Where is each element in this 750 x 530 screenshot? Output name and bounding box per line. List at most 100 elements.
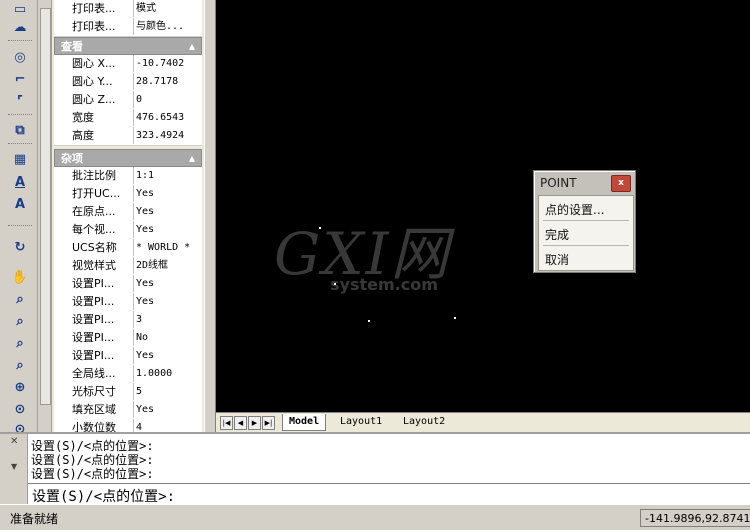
zoom-extents-icon[interactable]: ⊙ bbox=[11, 400, 29, 418]
property-value[interactable]: Yes bbox=[136, 401, 202, 418]
status-text: 准备就绪 bbox=[10, 512, 59, 526]
property-row[interactable]: 在原点... Yes bbox=[54, 203, 202, 222]
property-value[interactable]: 模式 bbox=[136, 0, 202, 17]
property-row[interactable]: 设置PI... Yes bbox=[54, 347, 202, 366]
tab-layout1[interactable]: Layout1 bbox=[334, 414, 388, 430]
property-value[interactable]: -10.7402 bbox=[136, 55, 202, 72]
close-icon[interactable]: ✕ bbox=[10, 436, 18, 447]
zoom-previous-icon[interactable]: ⌕ bbox=[11, 334, 29, 352]
properties-palette: 打印表... 模式 打印表... 与颜色... 查看 ▲ 圆心 X... -10… bbox=[38, 0, 206, 433]
property-row[interactable]: 视觉样式 2D线框 bbox=[54, 257, 202, 276]
palette-scrollbar[interactable] bbox=[38, 0, 52, 432]
tab-layout2[interactable]: Layout2 bbox=[397, 414, 451, 430]
zoom-realtime-icon[interactable]: ⌕ bbox=[11, 356, 29, 374]
property-row[interactable]: 打开UC... Yes bbox=[54, 185, 202, 204]
polyline-icon[interactable]: ⌐ bbox=[11, 70, 29, 88]
chevron-down-icon[interactable]: ▼ bbox=[11, 462, 17, 471]
property-row[interactable]: 设置PI... Yes bbox=[54, 275, 202, 294]
close-icon[interactable]: x bbox=[611, 175, 631, 192]
property-row[interactable]: 设置PI... No bbox=[54, 329, 202, 348]
property-row[interactable]: 圆心 X... -10.7402 bbox=[54, 55, 202, 74]
property-value[interactable]: Yes bbox=[136, 185, 202, 202]
status-bar: 准备就绪 -141.9896,92.8741,0 bbox=[0, 504, 750, 530]
property-value[interactable]: 1:1 bbox=[136, 167, 202, 184]
property-label: 打开UC... bbox=[54, 185, 134, 202]
zoom-in-icon[interactable]: ⊕ bbox=[11, 378, 29, 396]
property-row[interactable]: 批注比例 1:1 bbox=[54, 167, 202, 186]
section-misc-header[interactable]: 杂项 ▲ bbox=[54, 149, 202, 167]
property-value[interactable]: Yes bbox=[136, 203, 202, 220]
tab-model[interactable]: Model bbox=[282, 414, 327, 431]
property-row[interactable]: 圆心 Y... 28.7178 bbox=[54, 73, 202, 92]
zoom-icon[interactable]: ⌕ bbox=[11, 290, 29, 308]
property-row[interactable]: 圆心 Z... 0 bbox=[54, 91, 202, 110]
pan-icon[interactable]: ✋ bbox=[11, 268, 29, 286]
popup-menu-list: 点的设置... 完成 取消 bbox=[538, 195, 634, 271]
previous-tab-icon[interactable]: ◀ bbox=[234, 416, 247, 430]
property-value[interactable]: 1.0000 bbox=[136, 365, 202, 382]
property-row[interactable]: 填充区域 Yes bbox=[54, 401, 202, 420]
circle-icon[interactable]: ◎ bbox=[11, 48, 29, 66]
point-popup-menu: POINT x 点的设置... 完成 取消 bbox=[533, 170, 636, 273]
property-value[interactable]: 与颜色... bbox=[136, 18, 202, 35]
property-row[interactable]: 打印表... 模式 bbox=[54, 0, 202, 19]
next-tab-icon[interactable]: ▶ bbox=[248, 416, 261, 430]
property-value[interactable]: 476.6543 bbox=[136, 109, 202, 126]
property-row[interactable]: 宽度 476.6543 bbox=[54, 109, 202, 128]
property-row[interactable]: 设置PI... Yes bbox=[54, 293, 202, 312]
property-value[interactable]: 4 bbox=[136, 419, 202, 432]
scrollbar-thumb[interactable] bbox=[40, 8, 51, 405]
block-icon[interactable]: ⧉ bbox=[11, 121, 29, 139]
menu-item-done[interactable]: 完成 bbox=[545, 226, 569, 243]
toolbar-separator bbox=[8, 40, 32, 41]
cloud-icon[interactable]: ☁ bbox=[11, 18, 29, 36]
property-value[interactable]: 2D线框 bbox=[136, 257, 202, 274]
menu-item-cancel[interactable]: 取消 bbox=[545, 251, 569, 268]
property-label: 小数位数 bbox=[54, 419, 134, 432]
property-value[interactable]: * WORLD * bbox=[136, 239, 202, 256]
property-label: 视觉样式 bbox=[54, 257, 134, 274]
property-label: 圆心 Z... bbox=[54, 91, 134, 108]
section-view-header[interactable]: 查看 ▲ bbox=[54, 37, 202, 55]
property-row[interactable]: 高度 323.4924 bbox=[54, 127, 202, 146]
property-value[interactable]: Yes bbox=[136, 221, 202, 238]
property-row[interactable]: 小数位数 4 bbox=[54, 419, 202, 433]
first-tab-icon[interactable]: |◀ bbox=[220, 416, 233, 430]
rectangle-icon[interactable]: ▭ bbox=[11, 0, 29, 18]
property-value[interactable]: No bbox=[136, 329, 202, 346]
hatch-icon[interactable]: ▦ bbox=[11, 150, 29, 168]
property-row[interactable]: 每个视... Yes bbox=[54, 221, 202, 240]
palette-splitter[interactable] bbox=[204, 0, 216, 432]
last-tab-icon[interactable]: ▶| bbox=[262, 416, 275, 430]
property-value[interactable]: 5 bbox=[136, 383, 202, 400]
property-value[interactable]: Yes bbox=[136, 275, 202, 292]
property-value[interactable]: 0 bbox=[136, 91, 202, 108]
menu-item-point-settings[interactable]: 点的设置... bbox=[545, 201, 604, 218]
property-label: UCS名称 bbox=[54, 239, 134, 256]
property-value[interactable]: 3 bbox=[136, 311, 202, 328]
zoom-window-icon[interactable]: ⌕ bbox=[11, 312, 29, 330]
drawn-point bbox=[368, 320, 370, 322]
property-value[interactable]: Yes bbox=[136, 347, 202, 364]
property-row[interactable]: 设置PI... 3 bbox=[54, 311, 202, 330]
property-value[interactable]: Yes bbox=[136, 293, 202, 310]
text-style-icon[interactable]: A bbox=[11, 195, 29, 213]
command-line-handle[interactable]: ✕ ▼ bbox=[0, 434, 28, 504]
collapse-caret-icon[interactable]: ▲ bbox=[189, 38, 195, 56]
polyline-edit-icon[interactable]: ⌜ bbox=[11, 92, 29, 110]
coordinate-readout[interactable]: -141.9896,92.8741,0 bbox=[640, 509, 750, 527]
property-value[interactable]: 28.7178 bbox=[136, 73, 202, 90]
property-row[interactable]: 全局线... 1.0000 bbox=[54, 365, 202, 384]
property-value[interactable]: 323.4924 bbox=[136, 127, 202, 144]
text-icon[interactable]: A bbox=[11, 173, 29, 191]
collapse-caret-icon[interactable]: ▲ bbox=[189, 150, 195, 168]
property-row[interactable]: 打印表... 与颜色... bbox=[54, 18, 202, 37]
popup-title: POINT bbox=[540, 176, 577, 190]
property-label: 设置PI... bbox=[54, 293, 134, 310]
refresh-icon[interactable]: ↻ bbox=[11, 238, 29, 256]
property-label: 每个视... bbox=[54, 221, 134, 238]
property-row[interactable]: UCS名称 * WORLD * bbox=[54, 239, 202, 258]
drawing-canvas[interactable]: GXI网 system.com bbox=[216, 0, 750, 412]
command-input[interactable]: 设置(S)/<点的位置>: bbox=[28, 483, 750, 505]
property-row[interactable]: 光标尺寸 5 bbox=[54, 383, 202, 402]
